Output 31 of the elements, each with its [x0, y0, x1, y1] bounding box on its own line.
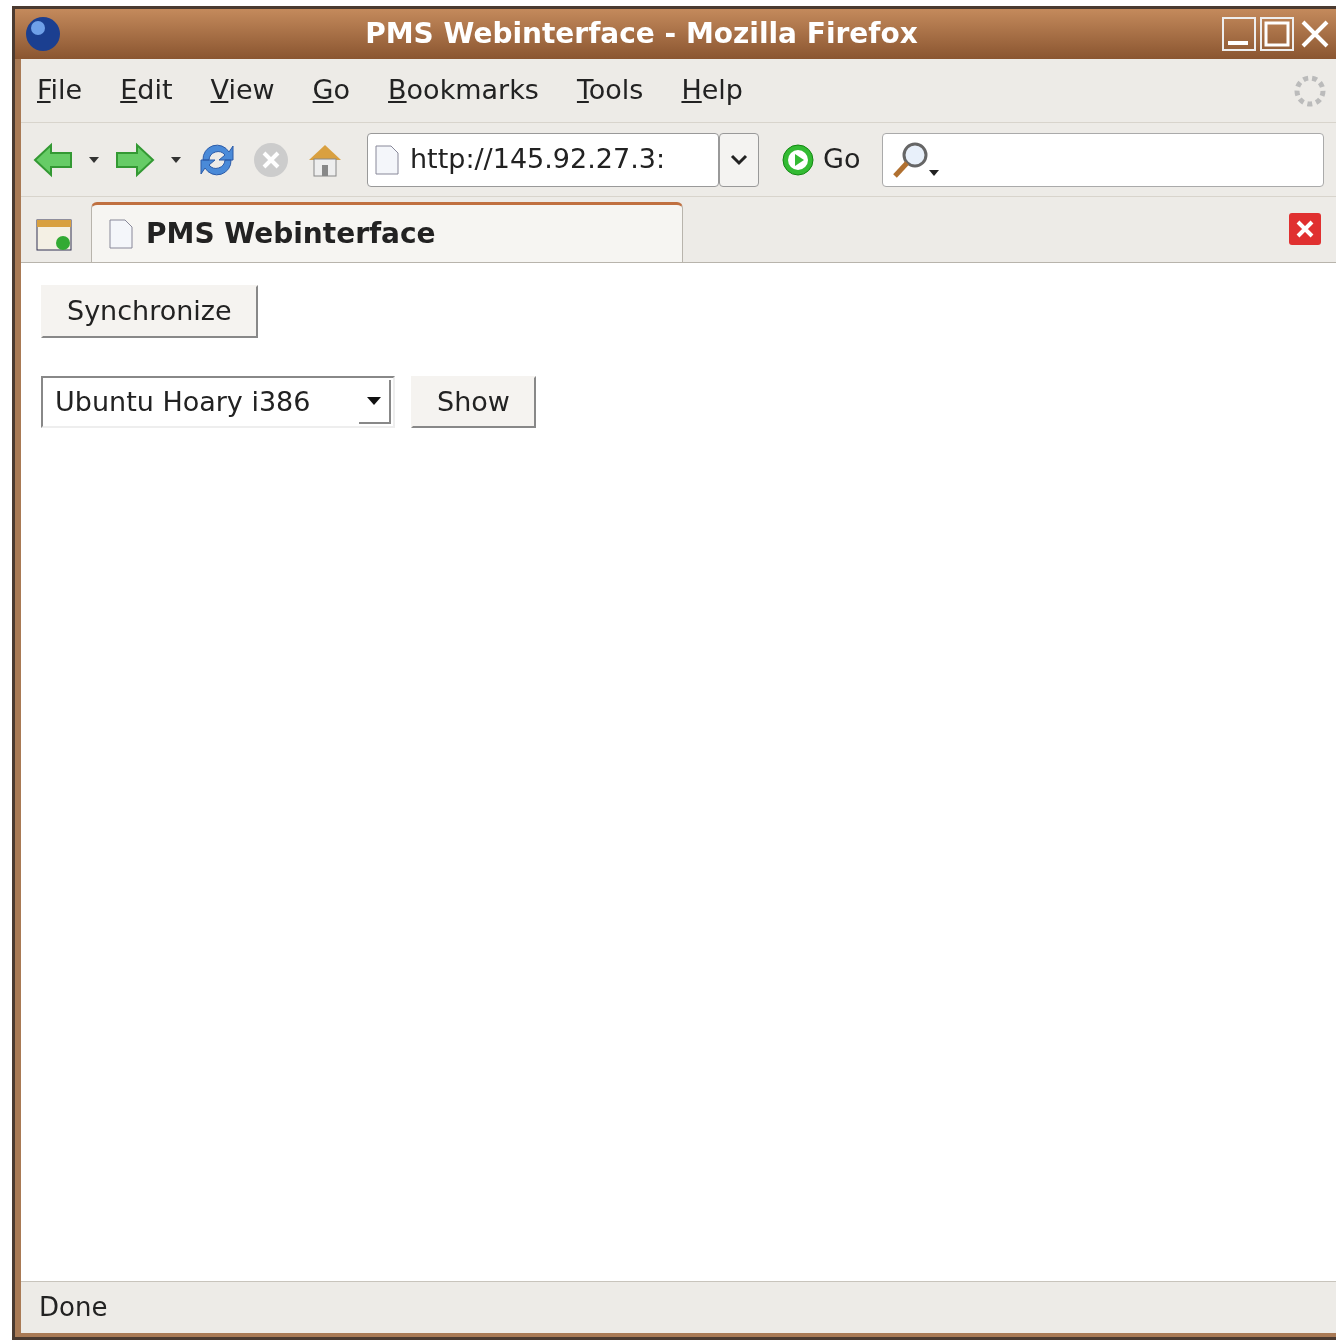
- status-text: Done: [39, 1291, 108, 1324]
- browser-tab[interactable]: PMS Webinterface: [91, 202, 683, 262]
- caret-icon: [366, 395, 382, 406]
- minimize-icon[interactable]: [1222, 17, 1256, 51]
- distribution-select[interactable]: Ubuntu Hoary i386: [41, 375, 395, 428]
- caret-icon[interactable]: [87, 154, 101, 165]
- globe-icon: [25, 16, 61, 52]
- window-title: PMS Webinterface - Mozilla Firefox: [364, 16, 919, 52]
- caret-icon[interactable]: [169, 154, 183, 165]
- back-arrow-icon[interactable]: [33, 141, 73, 178]
- menu-item[interactable]: Go: [312, 70, 370, 111]
- dropdown-button[interactable]: [719, 132, 759, 187]
- page-icon: [374, 143, 400, 176]
- chevron-icon: [730, 153, 748, 166]
- menu-item[interactable]: Help: [681, 70, 762, 111]
- maximize-icon[interactable]: [1260, 17, 1294, 51]
- new-tab-icon[interactable]: [35, 216, 75, 254]
- menu-item[interactable]: File: [37, 70, 102, 111]
- address-field[interactable]: http://145.92.27.3:: [367, 132, 719, 187]
- show-button[interactable]: Show: [411, 375, 536, 428]
- synchronize-button[interactable]: Synchronize: [41, 285, 258, 338]
- close-tab-icon[interactable]: [1288, 212, 1322, 246]
- play-circle-icon: [781, 142, 815, 177]
- forward-arrow-icon[interactable]: [115, 141, 155, 178]
- menu-item[interactable]: Bookmarks: [388, 70, 558, 111]
- menu-item[interactable]: Tools: [576, 70, 663, 111]
- menu-item[interactable]: Edit: [120, 70, 192, 111]
- search-field[interactable]: [882, 132, 1324, 187]
- page-icon: [108, 217, 134, 250]
- menu-item[interactable]: View: [210, 70, 294, 111]
- go-button[interactable]: Go: [773, 138, 869, 181]
